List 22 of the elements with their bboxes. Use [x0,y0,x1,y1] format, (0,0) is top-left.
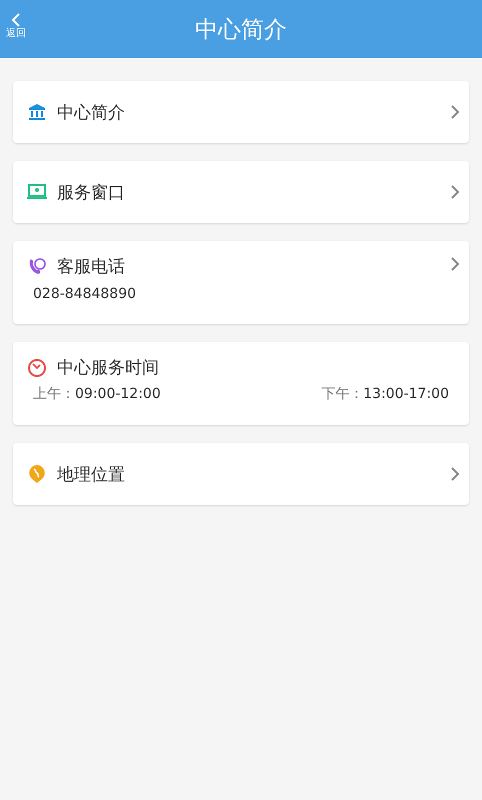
globe-pin-icon [28,464,46,484]
time-range: 13:00-17:00 [363,386,449,402]
card-title: 中心简介 [57,102,125,124]
phone-number: 028-84848890 [32,286,138,302]
menu-card[interactable]: 地理位置 [13,443,469,505]
menu-card[interactable]: 中心服务时间 上午：09:00-12:00 下午：13:00-17:00 [13,342,469,425]
clock-icon [27,358,47,378]
menu-card[interactable]: 中心简介 [13,81,469,143]
card-title: 中心服务时间 [57,357,159,379]
period-label: 下午： [321,386,364,402]
menu-card[interactable]: 服务窗口 [13,161,469,223]
menu-card[interactable]: 客服电话 028-84848890 [13,241,469,324]
monitor-icon [27,184,47,200]
period-label: 上午： [33,386,75,402]
phone-icon [27,256,47,276]
card-title: 地理位置 [57,464,125,486]
back-icon [10,12,22,28]
page-title: 中心简介 [195,16,287,44]
bank-icon [28,103,46,121]
card-title: 客服电话 [57,256,125,278]
time-range: 09:00-12:00 [75,386,161,402]
card-title: 服务窗口 [57,182,125,204]
